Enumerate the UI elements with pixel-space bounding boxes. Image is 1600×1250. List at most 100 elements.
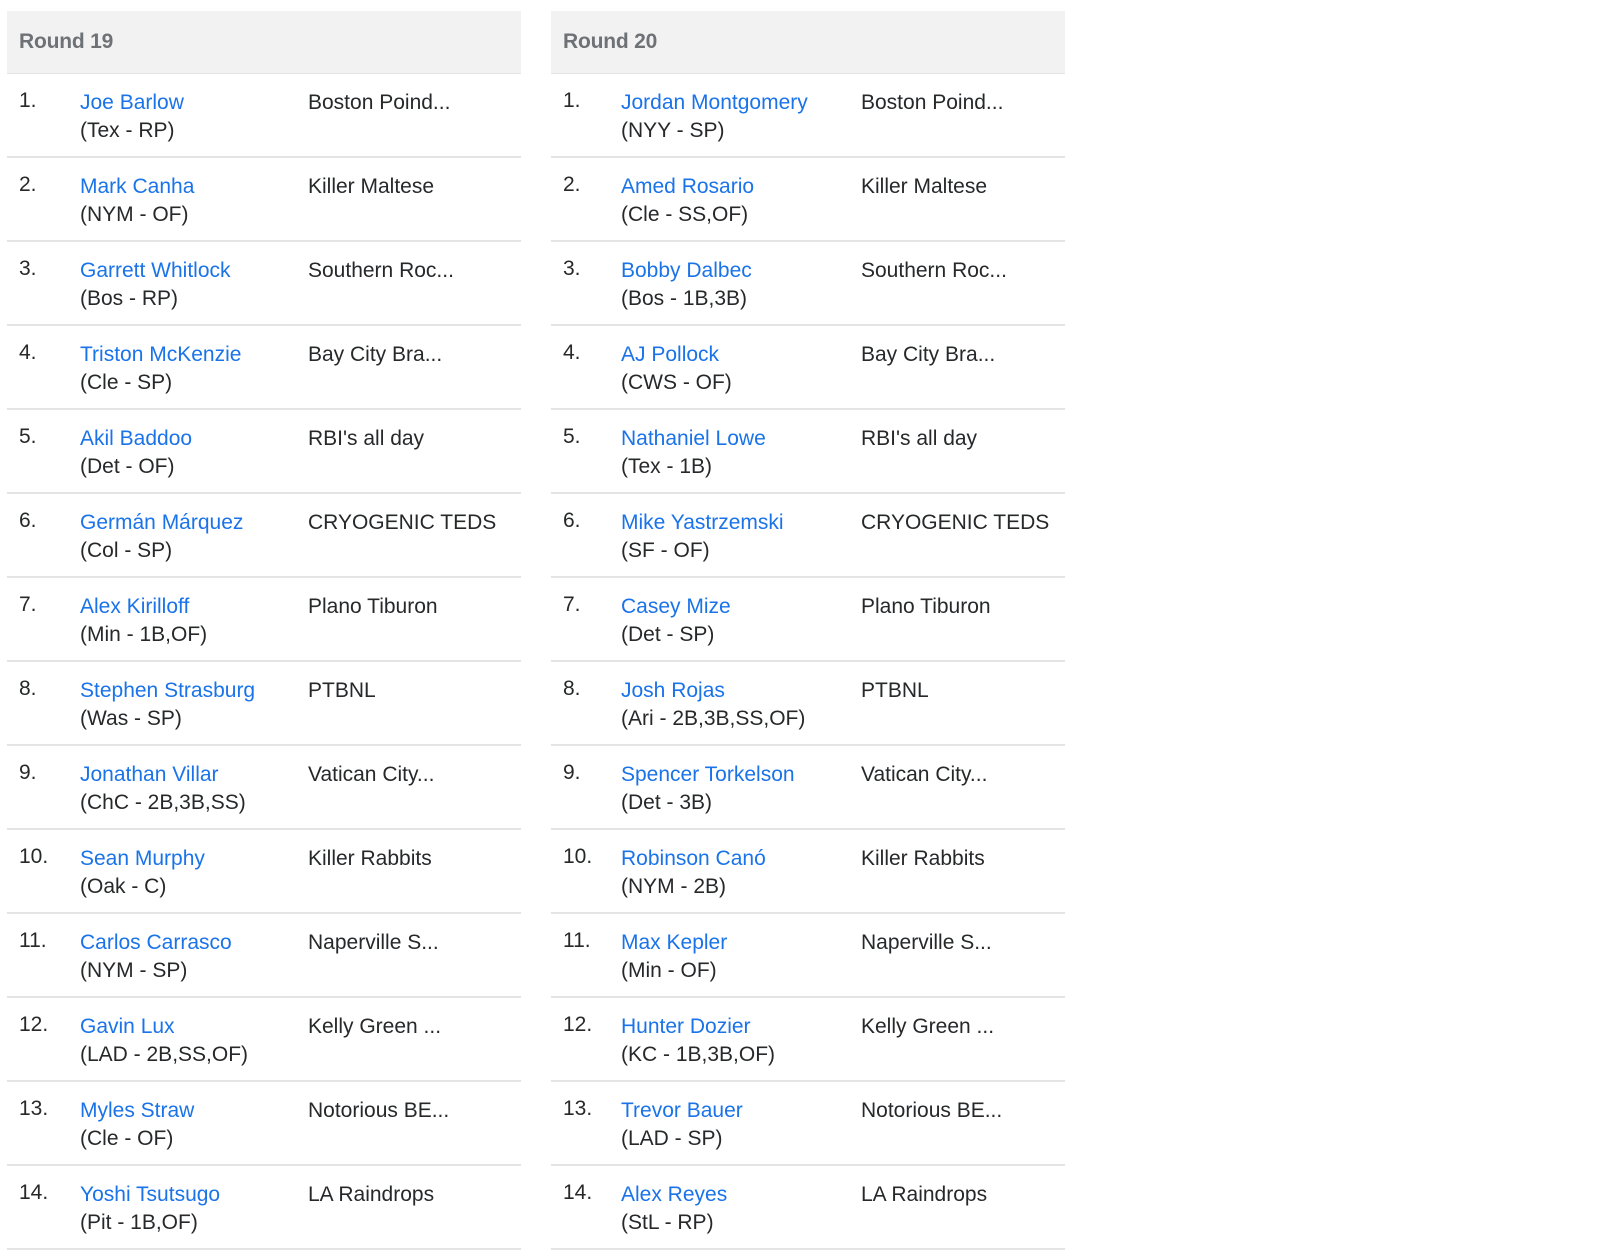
fantasy-team-name[interactable]: CRYOGENIC TEDS	[308, 509, 496, 537]
player-cell: Gavin Lux (LAD - 2B,SS,OF)	[80, 1013, 248, 1069]
player-team-position: (NYM - OF)	[80, 203, 189, 226]
player-name-link[interactable]: Bobby Dalbec	[621, 257, 752, 285]
fantasy-team-name[interactable]: RBI's all day	[308, 425, 424, 453]
player-cell: Myles Straw (Cle - OF)	[80, 1097, 194, 1153]
fantasy-team-name[interactable]: CRYOGENIC TEDS	[861, 509, 1049, 537]
fantasy-team-name[interactable]: Plano Tiburon	[308, 593, 438, 621]
pick-row: 12. Gavin Lux (LAD - 2B,SS,OF) Kelly Green …	[7, 998, 521, 1082]
player-name-link[interactable]: Hunter Dozier	[621, 1013, 775, 1041]
fantasy-team-name[interactable]: Plano Tiburon	[861, 593, 991, 621]
player-cell: Hunter Dozier (KC - 1B,3B,OF)	[621, 1013, 775, 1069]
player-name-link[interactable]: Akil Baddoo	[80, 425, 192, 453]
player-name-link[interactable]: Robinson Canó	[621, 845, 766, 873]
player-team-position: (LAD - SP)	[621, 1127, 723, 1150]
player-name-link[interactable]: Mark Canha	[80, 173, 194, 201]
pick-row: 4. Triston McKenzie (Cle - SP) Bay City Bra…	[7, 326, 521, 410]
player-team-position: (Pit - 1B,OF)	[80, 1211, 198, 1234]
player-name-link[interactable]: Gavin Lux	[80, 1013, 248, 1041]
pick-number: 9.	[19, 761, 37, 784]
fantasy-team-name[interactable]: Naperville S...	[861, 929, 992, 957]
fantasy-team-name[interactable]: Vatican City...	[308, 761, 434, 789]
pick-number: 14.	[563, 1181, 593, 1204]
player-cell: Mark Canha (NYM - OF)	[80, 173, 194, 229]
pick-number: 1.	[19, 89, 37, 112]
player-name-link[interactable]: Garrett Whitlock	[80, 257, 231, 285]
player-name-link[interactable]: Alex Kirilloff	[80, 593, 207, 621]
pick-row: 3. Garrett Whitlock (Bos - RP) Southern Roc…	[7, 242, 521, 326]
player-team-position: (Oak - C)	[80, 875, 167, 898]
fantasy-team-name[interactable]: Killer Maltese	[861, 173, 987, 201]
player-name-link[interactable]: Yoshi Tsutsugo	[80, 1181, 220, 1209]
fantasy-team-name[interactable]: Boston Poind...	[308, 89, 450, 117]
pick-number: 7.	[563, 593, 581, 616]
player-cell: Sean Murphy (Oak - C)	[80, 845, 205, 901]
pick-row: 11. Carlos Carrasco (NYM - SP) Naperville S…	[7, 914, 521, 998]
fantasy-team-name[interactable]: Southern Roc...	[308, 257, 454, 285]
player-cell: Joe Barlow (Tex - RP)	[80, 89, 184, 145]
player-name-link[interactable]: Max Kepler	[621, 929, 727, 957]
pick-number: 6.	[563, 509, 581, 532]
fantasy-team-name[interactable]: Bay City Bra...	[861, 341, 995, 369]
player-name-link[interactable]: Casey Mize	[621, 593, 731, 621]
player-name-link[interactable]: Germán Márquez	[80, 509, 243, 537]
player-name-link[interactable]: Mike Yastrzemski	[621, 509, 784, 537]
player-team-position: (Det - OF)	[80, 455, 175, 478]
round-title: Round 19	[19, 30, 114, 53]
pick-number: 9.	[563, 761, 581, 784]
player-name-link[interactable]: Alex Reyes	[621, 1181, 727, 1209]
player-name-link[interactable]: Nathaniel Lowe	[621, 425, 766, 453]
pick-row: 14. Alex Reyes (StL - RP) LA Raindrops	[551, 1166, 1065, 1250]
fantasy-team-name[interactable]: RBI's all day	[861, 425, 977, 453]
pick-row: 8. Josh Rojas (Ari - 2B,3B,SS,OF) PTBNL	[551, 662, 1065, 746]
fantasy-team-name[interactable]: LA Raindrops	[308, 1181, 434, 1209]
pick-number: 11.	[563, 929, 591, 952]
player-name-link[interactable]: Jonathan Villar	[80, 761, 246, 789]
fantasy-team-name[interactable]: Boston Poind...	[861, 89, 1003, 117]
player-name-link[interactable]: Joe Barlow	[80, 89, 184, 117]
fantasy-team-name[interactable]: Kelly Green ...	[308, 1013, 441, 1041]
player-cell: Jonathan Villar (ChC - 2B,3B,SS)	[80, 761, 246, 817]
player-name-link[interactable]: Trevor Bauer	[621, 1097, 743, 1125]
pick-row: 11. Max Kepler (Min - OF) Naperville S...	[551, 914, 1065, 998]
player-team-position: (Bos - 1B,3B)	[621, 287, 748, 310]
pick-row: 6. Mike Yastrzemski (SF - OF) CRYOGENIC TED…	[551, 494, 1065, 578]
pick-row: 5. Akil Baddoo (Det - OF) RBI's all day	[7, 410, 521, 494]
pick-number: 13.	[563, 1097, 593, 1120]
player-name-link[interactable]: Sean Murphy	[80, 845, 205, 873]
pick-number: 12.	[563, 1013, 593, 1036]
player-name-link[interactable]: Amed Rosario	[621, 173, 754, 201]
player-cell: Casey Mize (Det - SP)	[621, 593, 731, 649]
fantasy-team-name[interactable]: Kelly Green ...	[861, 1013, 994, 1041]
player-name-link[interactable]: AJ Pollock	[621, 341, 732, 369]
player-cell: Carlos Carrasco (NYM - SP)	[80, 929, 232, 985]
player-name-link[interactable]: Josh Rojas	[621, 677, 805, 705]
pick-row: 3. Bobby Dalbec (Bos - 1B,3B) Southern Roc.…	[551, 242, 1065, 326]
fantasy-team-name[interactable]: Naperville S...	[308, 929, 439, 957]
player-name-link[interactable]: Jordan Montgomery	[621, 89, 808, 117]
player-name-link[interactable]: Triston McKenzie	[80, 341, 241, 369]
fantasy-team-name[interactable]: Notorious BE...	[861, 1097, 1002, 1125]
fantasy-team-name[interactable]: LA Raindrops	[861, 1181, 987, 1209]
fantasy-team-name[interactable]: Notorious BE...	[308, 1097, 449, 1125]
fantasy-team-name[interactable]: Vatican City...	[861, 761, 987, 789]
fantasy-team-name[interactable]: Bay City Bra...	[308, 341, 442, 369]
fantasy-team-name[interactable]: Killer Rabbits	[308, 845, 432, 873]
pick-number: 3.	[563, 257, 581, 280]
fantasy-team-name[interactable]: PTBNL	[308, 677, 376, 705]
player-team-position: (NYM - 2B)	[621, 875, 726, 898]
player-name-link[interactable]: Spencer Torkelson	[621, 761, 795, 789]
player-name-link[interactable]: Myles Straw	[80, 1097, 194, 1125]
pick-number: 3.	[19, 257, 37, 280]
fantasy-team-name[interactable]: Killer Rabbits	[861, 845, 985, 873]
player-cell: Stephen Strasburg (Was - SP)	[80, 677, 255, 733]
pick-row: 1. Joe Barlow (Tex - RP) Boston Poind...	[7, 74, 521, 158]
player-cell: Akil Baddoo (Det - OF)	[80, 425, 192, 481]
fantasy-team-name[interactable]: Southern Roc...	[861, 257, 1007, 285]
player-name-link[interactable]: Stephen Strasburg	[80, 677, 255, 705]
pick-row: 10. Sean Murphy (Oak - C) Killer Rabbits	[7, 830, 521, 914]
round-19-table: Round 19 1. Joe Barlow (Tex - RP) Boston Po…	[7, 11, 521, 1250]
pick-number: 14.	[19, 1181, 49, 1204]
player-name-link[interactable]: Carlos Carrasco	[80, 929, 232, 957]
fantasy-team-name[interactable]: Killer Maltese	[308, 173, 434, 201]
fantasy-team-name[interactable]: PTBNL	[861, 677, 929, 705]
